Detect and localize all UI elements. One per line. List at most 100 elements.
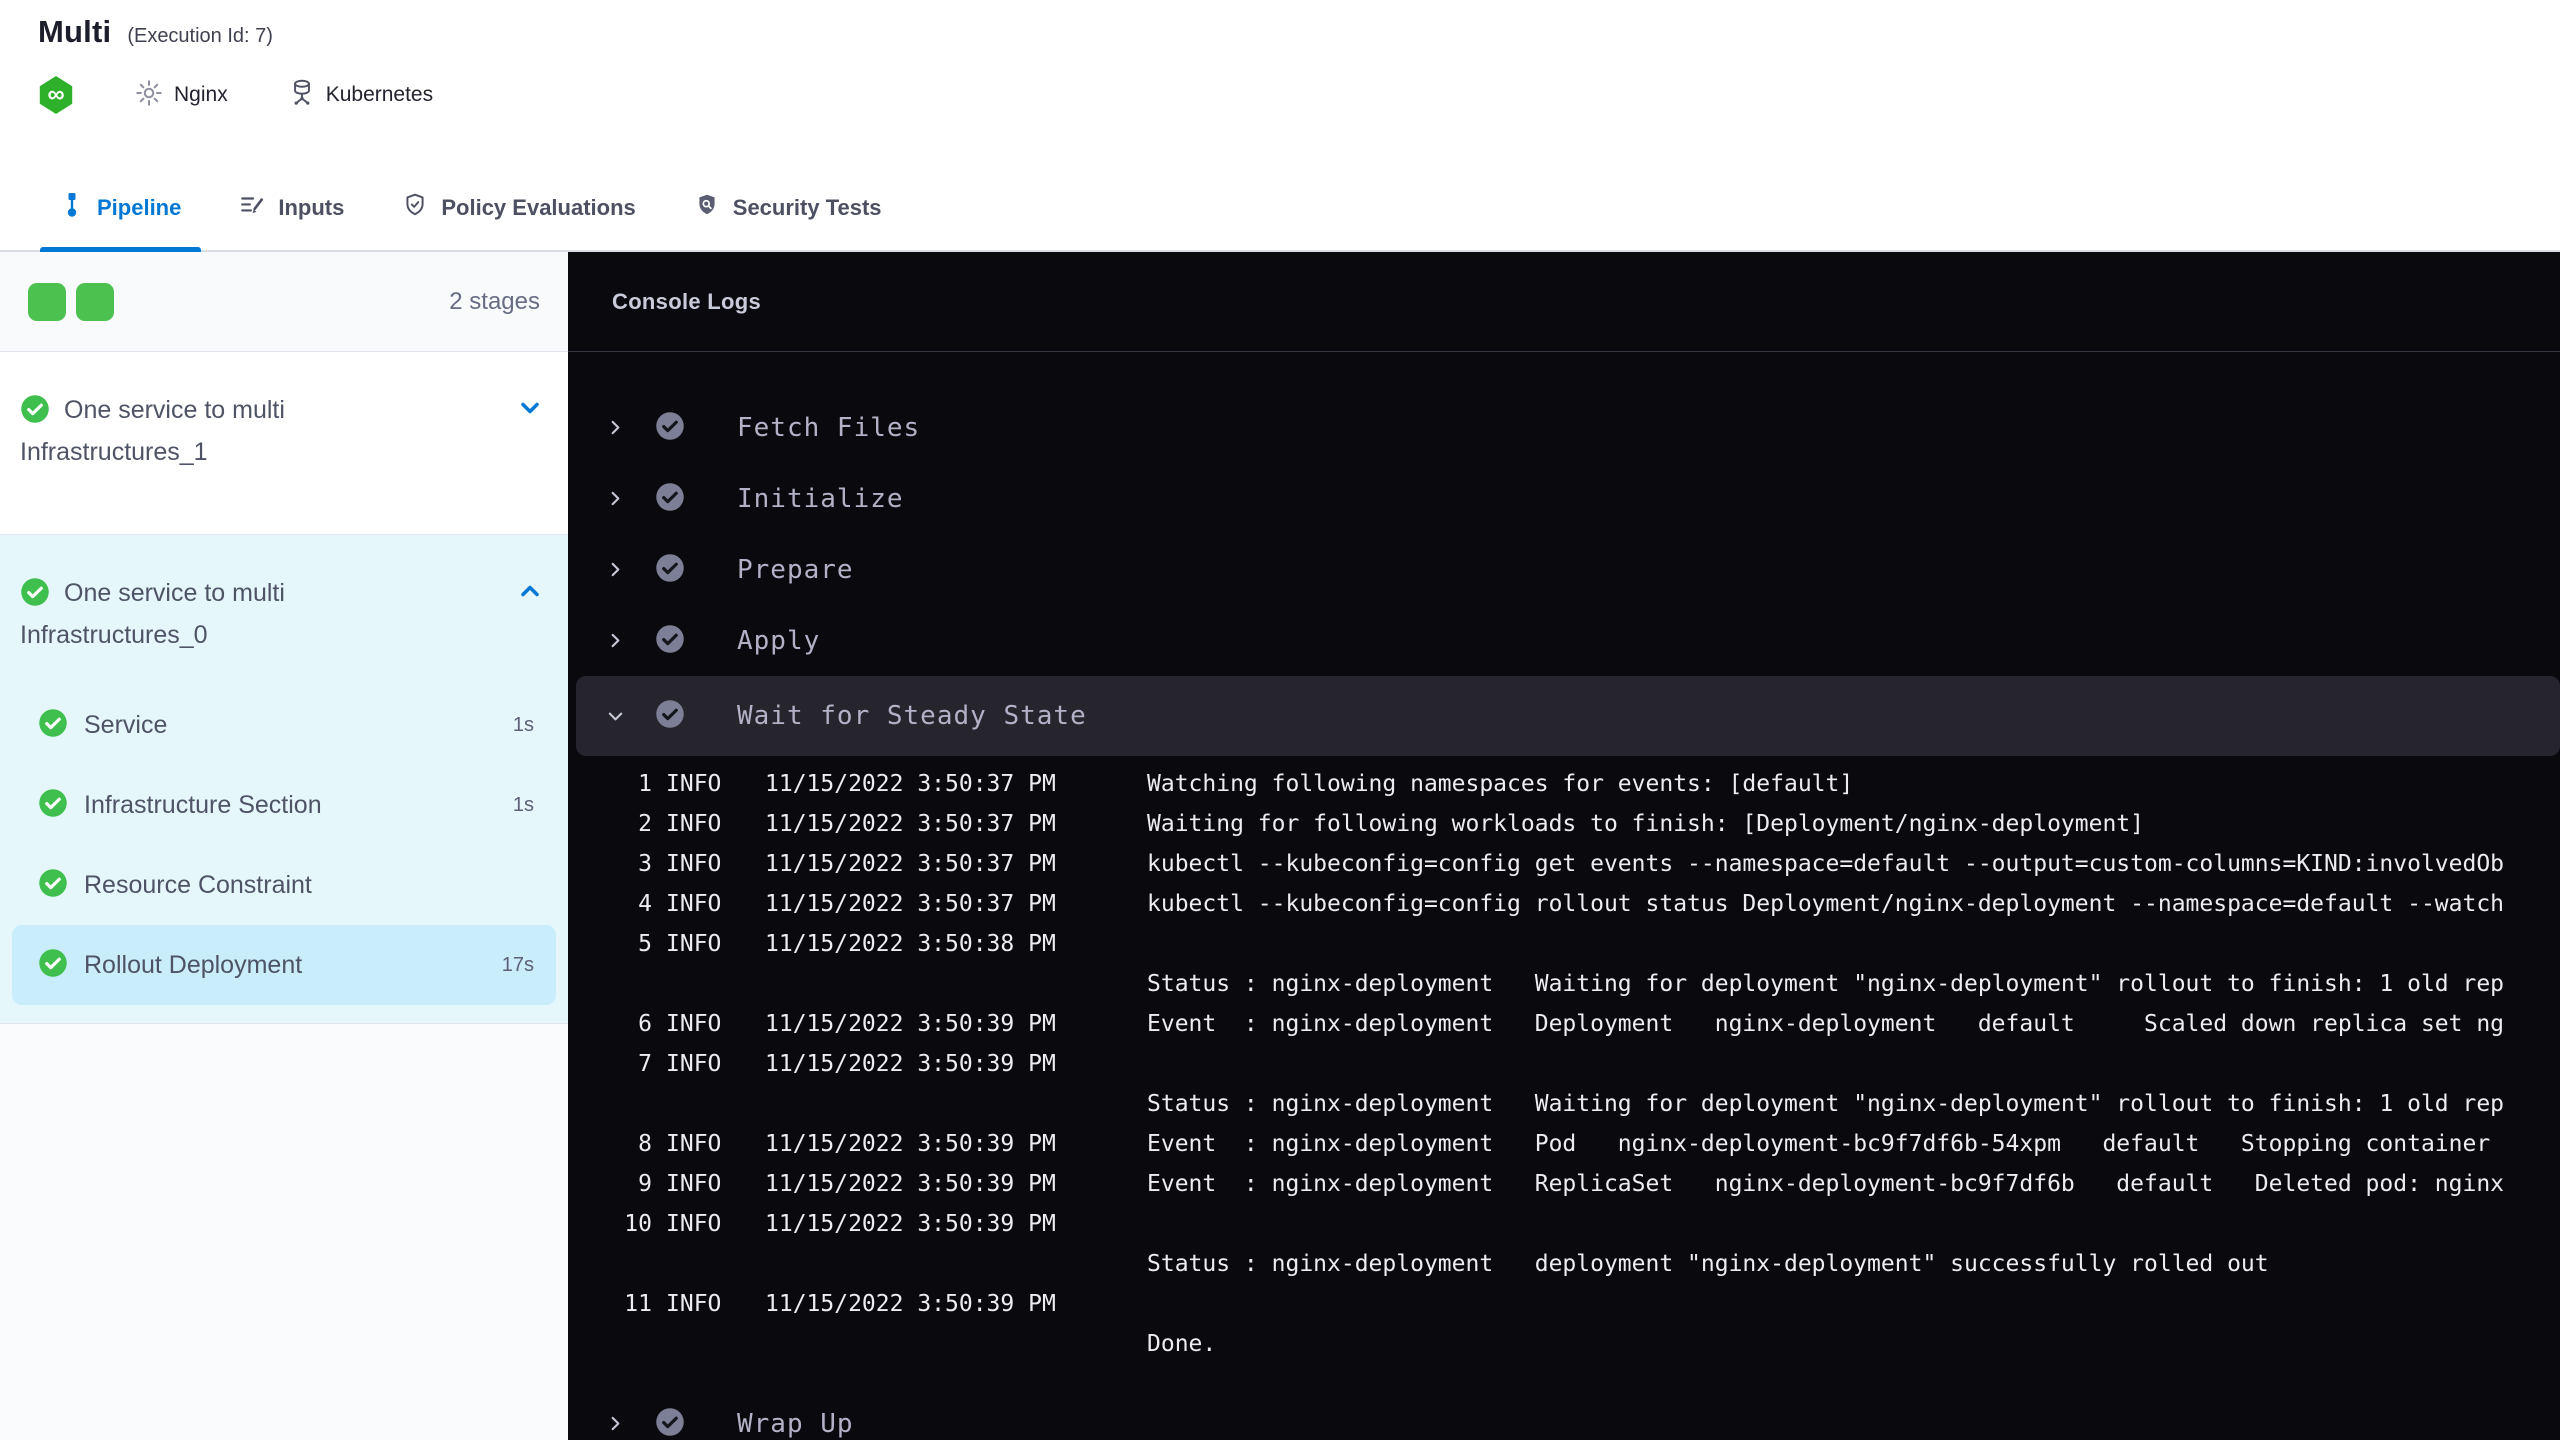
chevron-right-icon[interactable]	[605, 632, 625, 649]
chevron-right-icon[interactable]	[605, 419, 625, 436]
console-step-fetch-files[interactable]: Fetch Files	[568, 392, 2560, 463]
console-step-label: Apply	[737, 625, 821, 656]
log-level: INFO	[666, 771, 722, 797]
log-message: Done.	[1147, 1331, 1217, 1357]
log-line-number: 4	[638, 891, 652, 917]
success-check-icon	[38, 708, 68, 743]
success-check-icon	[20, 577, 50, 617]
tab-inputs[interactable]: Inputs	[219, 165, 364, 250]
stage-status-minimap[interactable]	[28, 282, 114, 321]
tab-pipeline[interactable]: Pipeline	[40, 165, 202, 252]
log-level: INFO	[666, 891, 722, 917]
console-step-label: Initialize	[737, 483, 904, 514]
console-step-label: Prepare	[737, 554, 854, 585]
stage-status-square[interactable]	[76, 282, 114, 321]
stage-summary-bar: 2 stages	[0, 252, 568, 352]
execution-tab-bar: Pipeline Inputs Policy Evaluations Secur…	[0, 165, 2560, 252]
log-line-number: 11	[624, 1291, 652, 1317]
stage-label: One service to multi Infrastructures_1	[20, 392, 450, 470]
log-level: INFO	[666, 1051, 722, 1077]
success-check-icon	[38, 948, 68, 983]
console-step-label: Fetch Files	[737, 412, 921, 443]
sidebar-step-rollout-deployment[interactable]: Rollout Deployment 17s	[12, 925, 556, 1005]
log-line-10: 10 INFO 11/15/2022 3:50:39 PM Status : ngin…	[568, 1204, 2560, 1284]
log-row: 3 INFO 11/15/2022 3:50:37 PM kubectl --kube…	[568, 844, 2560, 884]
console-step-prepare[interactable]: Prepare	[568, 534, 2560, 605]
tab-security-tests[interactable]: Security Tests	[674, 165, 902, 250]
log-level: INFO	[666, 1131, 722, 1157]
log-message: Event : nginx-deployment Deployment ngin…	[1147, 1011, 2505, 1037]
step-success-check-icon	[655, 1407, 685, 1440]
stage-count-label: 2 stages	[449, 287, 540, 315]
inputs-icon	[239, 192, 265, 223]
page-title: Multi	[38, 14, 112, 49]
success-check-icon	[20, 394, 50, 434]
stage-item-infrastructures-0[interactable]: One service to multi Infrastructures_0	[0, 535, 568, 685]
log-row: 10 INFO 11/15/2022 3:50:39 PM	[568, 1204, 2560, 1244]
log-line-number: 1	[638, 771, 652, 797]
console-step-wait-for-steady-state[interactable]: Wait for Steady State	[576, 676, 2560, 756]
chevron-right-icon[interactable]	[605, 490, 625, 507]
chevron-right-icon[interactable]	[605, 1415, 625, 1432]
step-success-check-icon	[655, 624, 685, 658]
log-row: 7 INFO 11/15/2022 3:50:39 PM	[568, 1044, 2560, 1084]
console-panel: Console Logs Fetch Files Initialize Prepar…	[568, 252, 2560, 1440]
chevron-down-icon[interactable]	[516, 394, 544, 427]
chevron-down-icon[interactable]	[605, 708, 625, 725]
execution-meta-row: ∞ Nginx Kubernetes	[38, 76, 2560, 114]
stage-item-infrastructures-1[interactable]: One service to multi Infrastructures_1	[0, 352, 568, 535]
console-step-wrap-up[interactable]: Wrap Up	[568, 1388, 2560, 1440]
console-step-label: Wrap Up	[737, 1408, 854, 1439]
infrastructure-icon	[288, 78, 316, 113]
log-line-number: 5	[638, 931, 652, 957]
environment-meta[interactable]: Kubernetes	[288, 78, 433, 113]
tab-policy-evaluations[interactable]: Policy Evaluations	[382, 165, 655, 250]
log-row: 4 INFO 11/15/2022 3:50:37 PM kubectl --kube…	[568, 884, 2560, 924]
stage-label-text: One service to multi Infrastructures_1	[20, 396, 285, 466]
log-row: 5 INFO 11/15/2022 3:50:38 PM	[568, 924, 2560, 964]
sidebar-empty-area	[0, 1024, 568, 1440]
console-step-apply[interactable]: Apply	[568, 605, 2560, 676]
service-meta[interactable]: Nginx	[134, 78, 228, 113]
step-label: Service	[84, 710, 168, 739]
log-row: 2 INFO 11/15/2022 3:50:37 PM Waiting for fo…	[568, 804, 2560, 844]
console-step-label: Wait for Steady State	[737, 701, 1087, 731]
tab-pipeline-label: Pipeline	[97, 194, 182, 220]
service-name: Nginx	[174, 83, 228, 106]
step-duration: 1s	[512, 793, 534, 816]
sidebar-step-infrastructure-section[interactable]: Infrastructure Section 1s	[12, 765, 556, 845]
log-timestamp: 11/15/2022 3:50:37 PM	[765, 891, 1056, 917]
log-line-number: 8	[638, 1131, 652, 1157]
stage-status-square[interactable]	[28, 282, 66, 321]
step-success-check-icon	[655, 699, 685, 733]
console-step-initialize[interactable]: Initialize	[568, 463, 2560, 534]
stage-sidebar: 2 stages One service to multi Infrastruc…	[0, 252, 568, 1440]
log-message: Waiting for following workloads to finis…	[1147, 811, 2144, 837]
log-timestamp: 11/15/2022 3:50:39 PM	[765, 1211, 1056, 1237]
log-timestamp: 11/15/2022 3:50:39 PM	[765, 1171, 1056, 1197]
step-success-check-icon	[655, 482, 685, 516]
log-line-number: 9	[638, 1171, 652, 1197]
sidebar-step-resource-constraint[interactable]: Resource Constraint	[12, 845, 556, 925]
log-timestamp: 11/15/2022 3:50:39 PM	[765, 1011, 1056, 1037]
chevron-right-icon[interactable]	[605, 561, 625, 578]
tab-security-tests-label: Security Tests	[732, 194, 882, 220]
log-timestamp: 11/15/2022 3:50:39 PM	[765, 1051, 1056, 1077]
success-check-icon	[38, 868, 68, 903]
log-message: Status : nginx-deployment deployment "ng…	[1147, 1251, 2269, 1277]
chevron-up-icon[interactable]	[516, 577, 544, 610]
log-row: 11 INFO 11/15/2022 3:50:39 PM	[568, 1284, 2560, 1324]
stage-label: One service to multi Infrastructures_0	[20, 575, 450, 653]
step-label: Infrastructure Section	[84, 790, 322, 819]
stage-label-text: One service to multi Infrastructures_0	[20, 579, 285, 649]
harness-logo-icon: ∞	[39, 76, 73, 114]
log-level: INFO	[666, 811, 722, 837]
log-message: Event : nginx-deployment ReplicaSet ngin…	[1147, 1171, 2505, 1197]
title-row: Multi (Execution Id: 7)	[38, 14, 2560, 50]
log-timestamp: 11/15/2022 3:50:37 PM	[765, 851, 1056, 877]
log-level: INFO	[666, 1211, 722, 1237]
tab-policy-evaluations-label: Policy Evaluations	[441, 194, 636, 220]
main-content: 2 stages One service to multi Infrastruc…	[0, 252, 2560, 1440]
sidebar-step-service[interactable]: Service 1s	[12, 685, 556, 765]
log-row-continuation: Status : nginx-deployment Waiting for de…	[568, 1084, 2560, 1124]
